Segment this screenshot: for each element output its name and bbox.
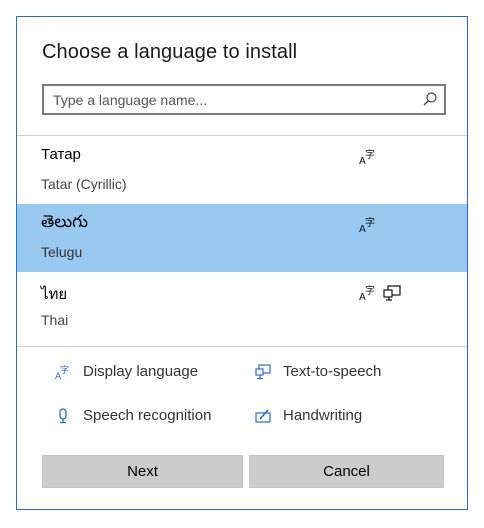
install-language-dialog: Choose a language to install Татар Tatar…	[16, 16, 468, 510]
language-english-name: Thai	[41, 312, 69, 328]
cancel-button[interactable]: Cancel	[249, 455, 444, 488]
dialog-title: Choose a language to install	[42, 41, 298, 63]
svg-text:字: 字	[365, 148, 375, 161]
language-native-name: తెలుగు	[41, 212, 88, 231]
display-language-icon: A 字	[359, 284, 375, 302]
display-language-icon: A 字	[359, 216, 375, 234]
legend-label: Display language	[83, 363, 199, 380]
legend-handwriting: Handwriting	[255, 407, 362, 424]
list-bottom-divider	[17, 346, 467, 347]
language-item-tatar[interactable]: Татар Tatar (Cyrillic) A 字	[17, 136, 467, 204]
search-input[interactable]	[44, 86, 423, 113]
legend-label: Speech recognition	[83, 407, 212, 424]
language-english-name: Tatar (Cyrillic)	[41, 176, 127, 192]
search-box[interactable]	[42, 84, 446, 115]
text-to-speech-icon	[255, 363, 271, 379]
language-item-thai[interactable]: ไทย Thai A 字	[17, 272, 467, 340]
language-english-name: Telugu	[41, 244, 83, 260]
language-item-telugu[interactable]: తెలుగు Telugu A 字	[17, 204, 467, 272]
svg-text:字: 字	[60, 364, 69, 376]
search-icon[interactable]	[422, 91, 438, 107]
language-native-name: ไทย	[41, 286, 68, 303]
next-button[interactable]: Next	[42, 455, 243, 488]
display-language-icon: A 字	[359, 148, 375, 166]
language-list: Татар Tatar (Cyrillic) A 字 తెలుగు Telugu…	[17, 136, 467, 340]
legend-speech-recognition: Speech recognition	[55, 407, 211, 424]
microphone-icon	[59, 407, 67, 423]
svg-text:字: 字	[365, 216, 375, 229]
legend-label: Handwriting	[283, 407, 363, 424]
legend-text-to-speech: Text-to-speech	[255, 363, 381, 380]
text-to-speech-icon	[383, 285, 401, 301]
legend-display-language: A 字 Display language	[55, 363, 198, 380]
handwriting-icon	[255, 408, 271, 423]
display-language-icon: A 字	[55, 364, 69, 380]
language-native-name: Татар	[41, 146, 81, 163]
legend-label: Text-to-speech	[283, 363, 382, 380]
svg-text:字: 字	[365, 284, 375, 297]
